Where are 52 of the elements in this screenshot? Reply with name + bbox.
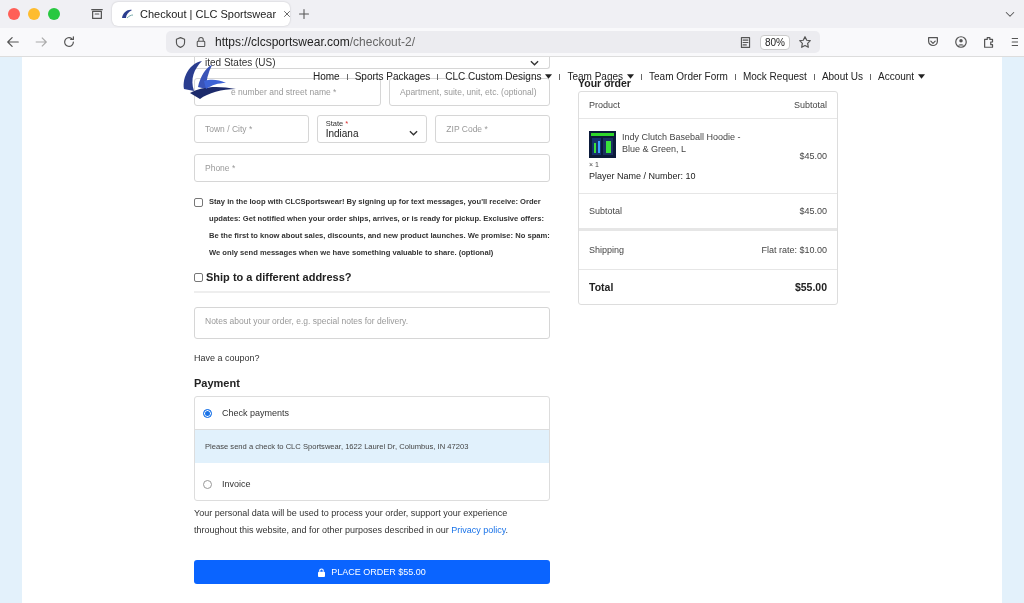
bookmark-star-icon[interactable] [798, 35, 812, 49]
close-window-button[interactable] [8, 8, 20, 20]
payment-radio[interactable] [203, 408, 212, 418]
privacy-notice: Your personal data will be used to process your order, support your experience throughout this website, and for other purposes described in our Privacy policy. [194, 507, 510, 537]
column-header: Subtotal [793, 100, 827, 110]
payment-method-label: Check payments [222, 408, 290, 418]
back-icon[interactable] [6, 35, 20, 49]
chevron-down-icon [409, 130, 419, 136]
chevron-down-icon [530, 59, 539, 66]
country-select[interactable]: ited States (US) [194, 57, 550, 69]
column-header: Product [589, 100, 621, 110]
menu-icon[interactable] [1010, 35, 1018, 49]
lock-icon[interactable] [195, 36, 207, 48]
new-tab-icon[interactable] [298, 8, 310, 20]
nav-link[interactable]: About Us [821, 71, 863, 82]
address-bar[interactable]: https://clcsportswear.com/checkout-2/ 80% [166, 31, 820, 53]
shield-icon[interactable] [174, 35, 187, 49]
reload-icon[interactable] [62, 35, 76, 49]
lock-icon [318, 567, 326, 577]
payment-heading: Payment [194, 377, 241, 389]
pocket-icon[interactable] [926, 35, 940, 49]
place-order-button[interactable]: PLACE ORDER $55.00 [194, 560, 550, 584]
nav-link[interactable]: Account [878, 71, 915, 82]
payment-radio[interactable] [203, 479, 212, 489]
coupon-link[interactable]: Have a coupon? [194, 353, 550, 363]
subtotal-label: Subtotal [589, 206, 623, 216]
zoom-level[interactable]: 80% [760, 34, 790, 50]
caret-icon [545, 74, 553, 79]
nav-link[interactable]: Team Order Form [649, 71, 728, 82]
ship-label: Ship to a different address? [206, 271, 352, 283]
total-label: Total [589, 281, 614, 293]
ship-checkbox[interactable] [194, 272, 203, 282]
caret-icon [627, 74, 635, 79]
reader-view-icon[interactable] [739, 35, 752, 49]
browser-tab[interactable]: Checkout | CLC Sportswear [112, 2, 290, 26]
account-icon[interactable] [954, 35, 968, 49]
caret-icon [918, 74, 926, 79]
privacy-policy-link[interactable]: Privacy policy [451, 525, 506, 535]
payment-method-label: Invoice [222, 479, 251, 489]
tab-list-icon[interactable] [90, 7, 104, 21]
nav-link[interactable]: Mock Request [742, 71, 807, 82]
subtotal-value: $45.00 [799, 206, 827, 216]
product-name[interactable]: Indy Clutch Baseball Hoodie - Blue & Green, L [622, 131, 752, 158]
product-option: Player Name / Number: 10 [589, 171, 752, 181]
total-value: $55.00 [794, 281, 827, 293]
logo-icon [120, 8, 134, 20]
extensions-icon[interactable] [982, 35, 996, 49]
sms-checkbox[interactable] [194, 198, 203, 207]
product-price: $45.00 [799, 151, 827, 161]
shipping-label: Shipping [589, 245, 625, 255]
close-icon[interactable] [282, 9, 293, 19]
shipping-value: Flat rate: $10.00 [761, 245, 827, 255]
